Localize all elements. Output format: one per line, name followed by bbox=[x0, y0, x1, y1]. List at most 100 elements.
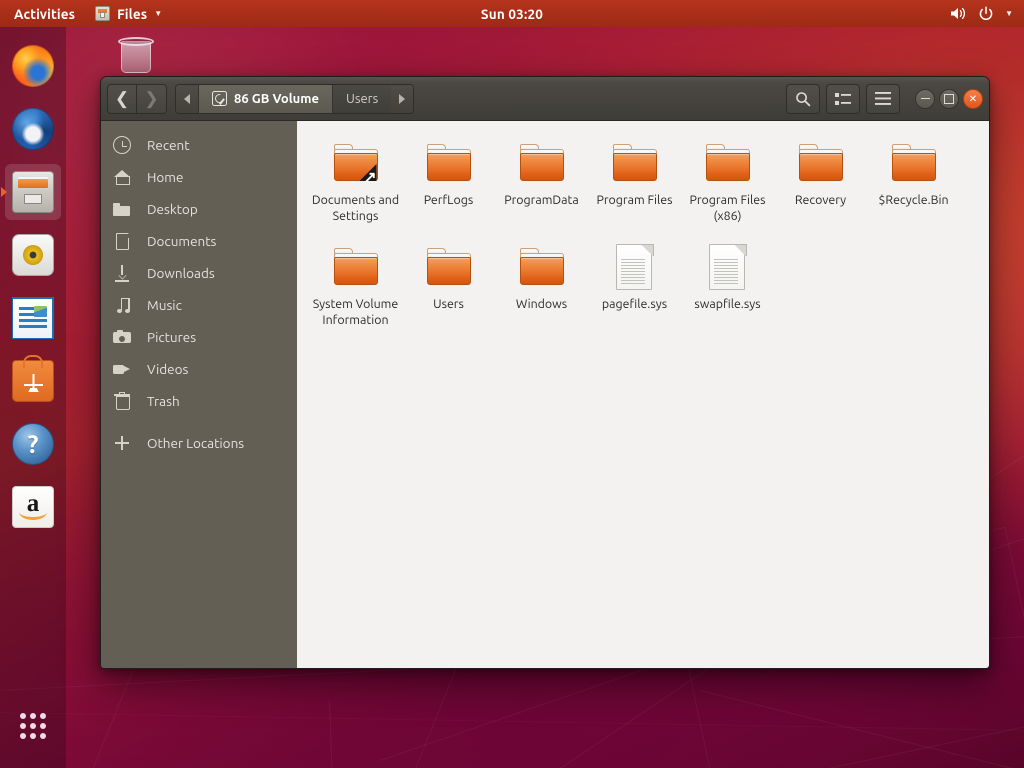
sidebar-item-label: Videos bbox=[147, 361, 189, 377]
sidebar-item-videos[interactable]: Videos bbox=[101, 353, 297, 385]
sidebar-item-pictures[interactable]: Pictures bbox=[101, 321, 297, 353]
folder-item[interactable]: Program Files bbox=[588, 135, 681, 231]
folder-icon bbox=[611, 139, 659, 187]
dock-item-libreoffice-writer[interactable] bbox=[5, 290, 61, 346]
folder-icon bbox=[704, 139, 752, 187]
music-note-icon bbox=[113, 296, 131, 314]
sidebar-item-label: Downloads bbox=[147, 265, 215, 281]
chevron-right-icon: ❯ bbox=[144, 89, 159, 108]
sidebar-item-other-locations[interactable]: Other Locations bbox=[101, 427, 297, 459]
file-label: Program Files bbox=[596, 193, 673, 207]
volume-speaker-icon[interactable] bbox=[950, 6, 967, 21]
desktop-trash-icon[interactable] bbox=[108, 34, 164, 74]
dock-item-amazon[interactable]: a bbox=[5, 479, 61, 535]
sidebar-item-recent[interactable]: Recent bbox=[101, 129, 297, 161]
folder-item[interactable]: PerfLogs bbox=[402, 135, 495, 231]
breadcrumb-label: Users bbox=[345, 91, 379, 106]
folder-icon bbox=[113, 200, 131, 218]
forward-button[interactable]: ❯ bbox=[137, 83, 167, 114]
dock-item-ubuntu-software[interactable] bbox=[5, 353, 61, 409]
plus-icon bbox=[113, 434, 131, 452]
thunderbird-icon bbox=[12, 108, 54, 150]
sidebar-item-desktop[interactable]: Desktop bbox=[101, 193, 297, 225]
folder-item[interactable]: Recovery bbox=[774, 135, 867, 231]
folder-item[interactable]: Windows bbox=[495, 239, 588, 335]
file-grid[interactable]: Documents and Settings PerfLogs ProgramDat… bbox=[297, 121, 989, 668]
triangle-left-icon bbox=[184, 93, 190, 104]
search-button[interactable] bbox=[786, 83, 820, 114]
minimize-button[interactable] bbox=[915, 88, 935, 109]
breadcrumb-item-users[interactable]: Users bbox=[331, 84, 392, 113]
app-grid-icon bbox=[20, 713, 26, 719]
libreoffice-writer-icon bbox=[12, 297, 54, 339]
folder-icon bbox=[425, 243, 473, 291]
file-label: Users bbox=[433, 296, 464, 311]
close-button[interactable]: ✕ bbox=[963, 88, 983, 109]
top-panel: Activities Files ▼ Sun 03:20 ▼ bbox=[0, 0, 1024, 27]
tray-chevron-down-icon[interactable]: ▼ bbox=[1005, 9, 1013, 18]
back-button[interactable]: ❮ bbox=[107, 83, 137, 114]
help-icon: ? bbox=[12, 423, 54, 465]
document-icon bbox=[611, 243, 659, 291]
dock-item-thunderbird[interactable] bbox=[5, 101, 61, 157]
dock-item-help[interactable]: ? bbox=[5, 416, 61, 472]
sidebar-item-home[interactable]: Home bbox=[101, 161, 297, 193]
maximize-button[interactable] bbox=[939, 88, 959, 109]
folder-item[interactable]: ProgramData bbox=[495, 135, 588, 231]
sidebar-item-label: Documents bbox=[147, 233, 217, 249]
camera-icon bbox=[113, 328, 131, 346]
dock-item-firefox[interactable] bbox=[5, 38, 61, 94]
sidebar-item-label: Home bbox=[147, 169, 184, 185]
app-menu-button[interactable]: Files ▼ bbox=[87, 6, 170, 22]
menu-button[interactable] bbox=[866, 83, 900, 114]
dock-item-rhythmbox[interactable] bbox=[5, 227, 61, 283]
activities-button[interactable]: Activities bbox=[0, 6, 87, 22]
file-item[interactable]: swapfile.sys bbox=[681, 239, 774, 335]
folder-item[interactable]: Program Files (x86) bbox=[681, 135, 774, 231]
window-headerbar: ❮ ❯ 86 GB Volume Users ✕ bbox=[101, 77, 989, 121]
document-icon bbox=[704, 243, 752, 291]
folder-item[interactable]: $Recycle.Bin bbox=[867, 135, 960, 231]
chevron-down-icon: ▼ bbox=[154, 8, 163, 18]
folder-icon bbox=[332, 139, 380, 187]
rhythmbox-icon bbox=[12, 234, 54, 276]
volume-disk-icon bbox=[212, 91, 227, 106]
dock-item-files[interactable] bbox=[5, 164, 61, 220]
app-menu-label: Files bbox=[117, 5, 148, 22]
sidebar-item-label: Trash bbox=[147, 393, 180, 409]
file-label: System Volume Information bbox=[312, 296, 399, 327]
files-app-icon bbox=[95, 6, 111, 21]
sidebar-item-music[interactable]: Music bbox=[101, 289, 297, 321]
file-label: Windows bbox=[515, 296, 568, 311]
sidebar-item-label: Pictures bbox=[147, 329, 197, 345]
sidebar-item-label: Other Locations bbox=[147, 435, 245, 451]
breadcrumb-scroll-right[interactable] bbox=[391, 84, 414, 113]
folder-icon bbox=[518, 139, 566, 187]
show-applications-button[interactable] bbox=[5, 698, 61, 754]
headerbar-toolbar: ✕ bbox=[786, 83, 983, 114]
folder-item[interactable]: Users bbox=[402, 239, 495, 335]
sidebar-item-trash[interactable]: Trash bbox=[101, 385, 297, 417]
firefox-icon bbox=[12, 45, 54, 87]
folder-icon bbox=[425, 139, 473, 187]
files-icon bbox=[12, 171, 54, 213]
breadcrumb-scroll-left[interactable] bbox=[176, 84, 198, 113]
file-item[interactable]: pagefile.sys bbox=[588, 239, 681, 335]
sidebar-item-documents[interactable]: Documents bbox=[101, 225, 297, 257]
download-arrow-icon bbox=[113, 264, 131, 282]
folder-item[interactable]: System Volume Information bbox=[309, 239, 402, 335]
navigation-buttons: ❮ ❯ bbox=[107, 83, 167, 114]
folder-item[interactable]: Documents and Settings bbox=[309, 135, 402, 231]
clock-label[interactable]: Sun 03:20 bbox=[481, 6, 543, 22]
sidebar-item-downloads[interactable]: Downloads bbox=[101, 257, 297, 289]
folder-icon bbox=[518, 243, 566, 291]
triangle-right-icon bbox=[399, 93, 406, 104]
sidebar-item-label: Music bbox=[147, 297, 182, 313]
system-tray: ▼ bbox=[950, 5, 1024, 22]
power-icon[interactable] bbox=[978, 5, 994, 22]
breadcrumb-item-volume[interactable]: 86 GB Volume bbox=[198, 84, 332, 113]
document-icon bbox=[113, 232, 131, 250]
breadcrumb: 86 GB Volume Users bbox=[175, 83, 415, 114]
view-options-button[interactable] bbox=[826, 83, 860, 114]
symlink-emblem-icon bbox=[360, 164, 377, 184]
